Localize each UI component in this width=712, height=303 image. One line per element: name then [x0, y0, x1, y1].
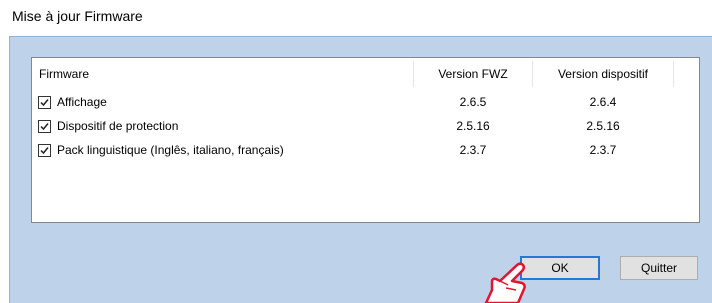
- firmware-name: Pack linguistique (Inglês, italiano, fra…: [57, 143, 284, 157]
- window-title: Mise à jour Firmware: [12, 8, 143, 24]
- quit-button[interactable]: Quitter: [620, 256, 698, 280]
- list-header: Firmware Version FWZ Version dispositif: [32, 58, 699, 90]
- version-device-value: 2.3.7: [589, 143, 617, 157]
- column-header-firmware[interactable]: Firmware: [39, 58, 409, 90]
- version-device-value: 2.5.16: [586, 119, 620, 133]
- column-header-version-fwz[interactable]: Version FWZ: [414, 58, 532, 90]
- version-device-value: 2.6.4: [589, 95, 617, 109]
- checkmark-icon: [40, 147, 49, 155]
- firmware-update-dialog: Mise à jour Firmware Firmware Version FW…: [0, 0, 712, 303]
- checkbox-dispositif-protection[interactable]: [38, 120, 51, 133]
- checkmark-icon: [40, 99, 49, 107]
- column-header-version-device[interactable]: Version dispositif: [533, 58, 673, 90]
- version-fwz-value: 2.6.5: [459, 95, 487, 109]
- version-fwz-value: 2.3.7: [459, 143, 487, 157]
- checkbox-pack-linguistique[interactable]: [38, 144, 51, 157]
- client-border-top: [9, 36, 712, 37]
- client-border-left: [9, 36, 10, 303]
- list-item[interactable]: Dispositif de protection 2.5.16 2.5.16: [32, 116, 699, 139]
- column-divider[interactable]: [673, 61, 674, 87]
- list-item[interactable]: Affichage 2.6.5 2.6.4: [32, 92, 699, 115]
- checkmark-icon: [40, 123, 49, 131]
- list-item[interactable]: Pack linguistique (Inglês, italiano, fra…: [32, 140, 699, 163]
- firmware-name: Affichage: [57, 95, 107, 109]
- version-fwz-value: 2.5.16: [456, 119, 490, 133]
- pointing-hand-icon: [484, 262, 526, 303]
- checkbox-affichage[interactable]: [38, 96, 51, 109]
- title-bar: Mise à jour Firmware: [0, 0, 712, 36]
- firmware-name: Dispositif de protection: [57, 119, 179, 133]
- firmware-list[interactable]: Firmware Version FWZ Version dispositif …: [31, 57, 700, 223]
